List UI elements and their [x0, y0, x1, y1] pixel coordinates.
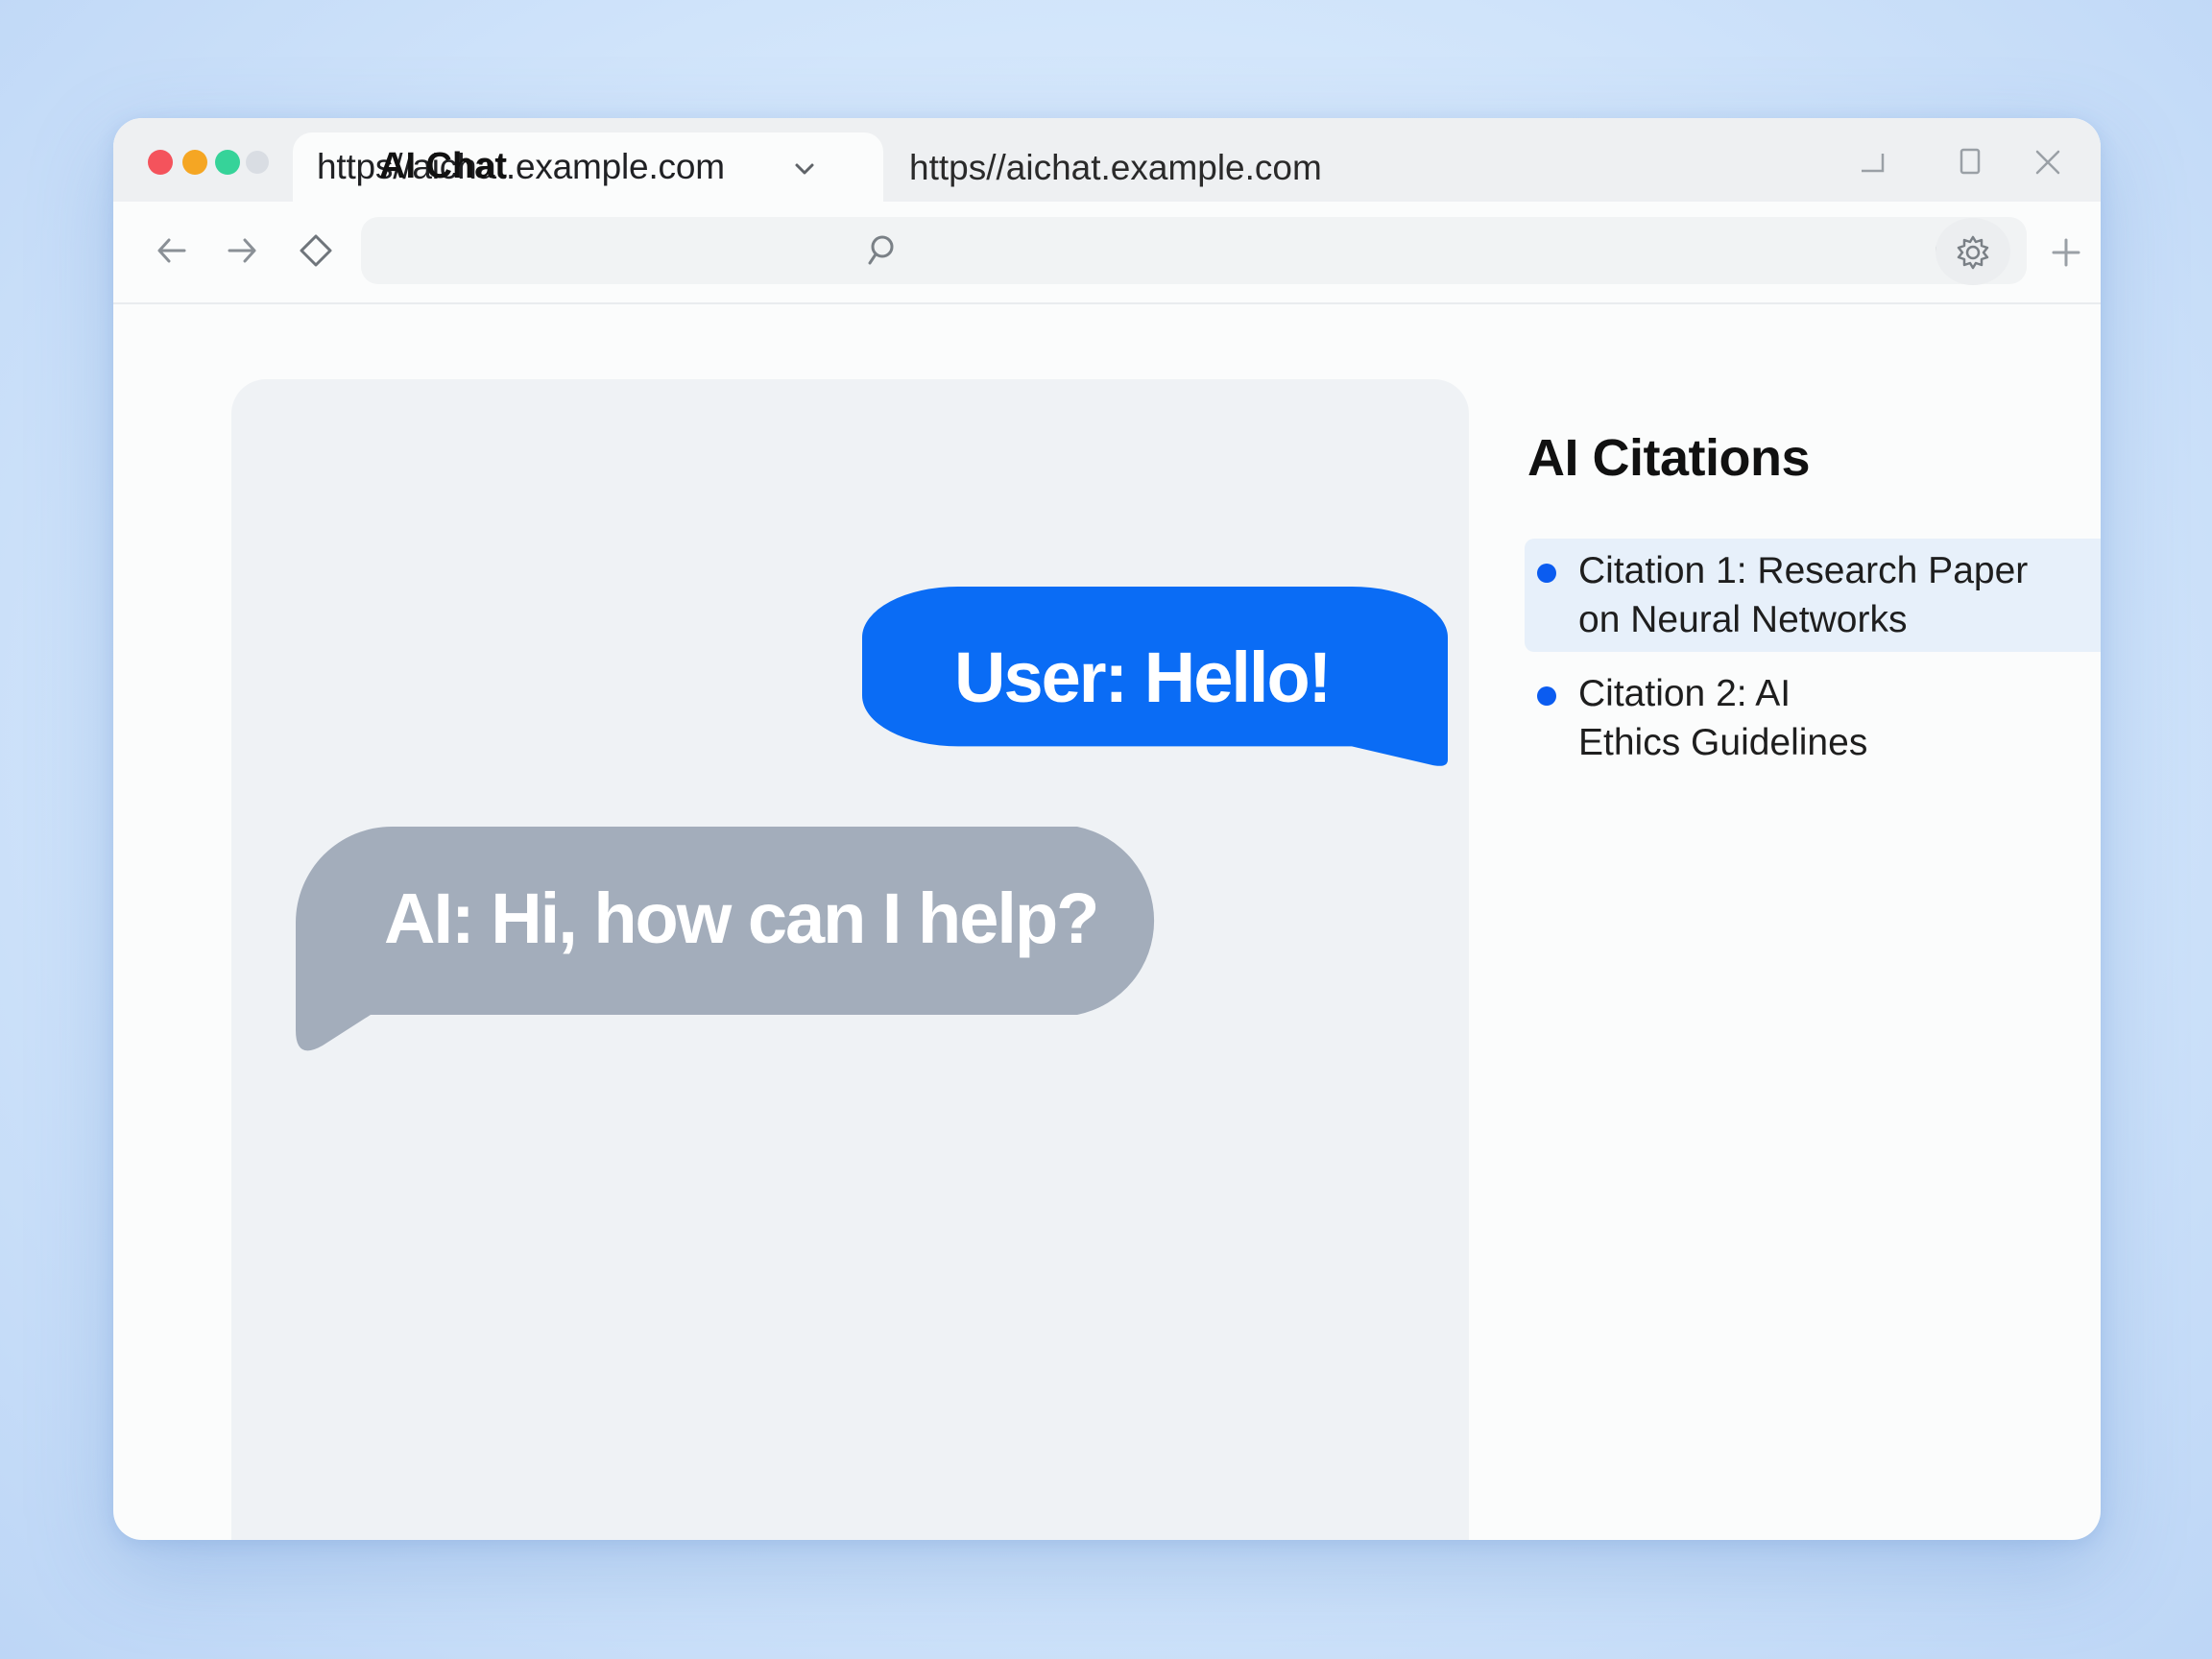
extension-button[interactable]: [1936, 218, 2010, 285]
diamond-icon[interactable]: [296, 230, 336, 271]
citation-line: on Neural Networks: [1578, 599, 1908, 640]
close-window-dot[interactable]: [148, 150, 173, 175]
url-text[interactable]: https//aichat.example.com: [909, 148, 1322, 188]
maximize-icon[interactable]: [1953, 145, 1987, 180]
arrow-right-icon[interactable]: [222, 230, 262, 271]
bullet-dot: [1537, 564, 1556, 583]
browser-window: User: Hello! AI: Hi, how can I help? AI …: [113, 118, 2101, 1540]
user-message-text: User: Hello!: [954, 637, 1332, 717]
browser-toolbar: [113, 202, 2101, 304]
minimize-window-dot[interactable]: [182, 150, 207, 175]
citations-heading: AI Citations: [1527, 429, 1811, 487]
citation-item[interactable]: Citation 2: AI Ethics Guidelines: [1525, 662, 2101, 768]
tab-title: https//aichat.example.com: [317, 147, 725, 186]
inactive-window-dot: [246, 151, 269, 174]
citation-line: Citation 1: Research Paper: [1578, 550, 2029, 591]
bullet-dot: [1537, 686, 1556, 706]
chevron-down-icon[interactable]: [789, 154, 820, 184]
citation-title: Citation 1: Research Paper on Neural Net…: [1578, 546, 2097, 644]
plus-icon[interactable]: [2047, 233, 2085, 272]
search-icon: [868, 235, 894, 265]
arrow-left-icon[interactable]: [152, 230, 192, 271]
gear-icon: [1957, 235, 1989, 270]
citation-line: Ethics Guidelines: [1578, 722, 1868, 763]
zoom-window-dot[interactable]: [215, 150, 240, 175]
ai-message-text: AI: Hi, how can I help?: [384, 878, 1099, 958]
close-icon[interactable]: [2031, 145, 2065, 180]
citation-title: Citation 2: AI Ethics Guidelines: [1578, 669, 2097, 767]
minimize-icon[interactable]: [1856, 145, 1890, 180]
citation-item[interactable]: Citation 1: Research Paper on Neural Net…: [1525, 539, 2101, 652]
citation-line: Citation 2: AI: [1578, 673, 1791, 714]
address-bar[interactable]: [361, 217, 2027, 284]
site-title: AI Chat: [379, 146, 507, 186]
